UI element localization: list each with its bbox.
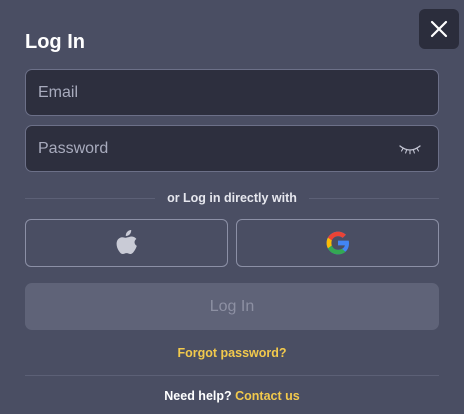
footer-divider bbox=[25, 375, 439, 376]
apple-icon bbox=[116, 230, 137, 254]
password-input[interactable] bbox=[38, 139, 398, 158]
apple-login-button[interactable] bbox=[25, 219, 228, 267]
password-field[interactable] bbox=[25, 125, 439, 172]
dialog-title: Log In bbox=[25, 31, 85, 53]
google-login-button[interactable] bbox=[236, 219, 439, 267]
divider-text: or Log in directly with bbox=[167, 191, 297, 205]
close-icon bbox=[430, 20, 448, 38]
close-button[interactable] bbox=[419, 9, 459, 49]
login-button[interactable]: Log In bbox=[25, 283, 439, 330]
contact-us-link[interactable]: Contact us bbox=[235, 389, 300, 403]
email-input[interactable] bbox=[38, 83, 426, 102]
google-icon bbox=[326, 231, 349, 255]
divider: or Log in directly with bbox=[25, 190, 439, 206]
forgot-password-link[interactable]: Forgot password? bbox=[0, 346, 464, 360]
help-text: Need help? bbox=[164, 389, 232, 403]
eye-closed-icon bbox=[399, 144, 421, 154]
divider-line-left bbox=[25, 197, 156, 199]
divider-line-right bbox=[308, 197, 439, 199]
password-visibility-toggle[interactable] bbox=[398, 140, 422, 158]
email-field[interactable] bbox=[25, 69, 439, 116]
help-row: Need help? Contact us bbox=[0, 389, 464, 403]
